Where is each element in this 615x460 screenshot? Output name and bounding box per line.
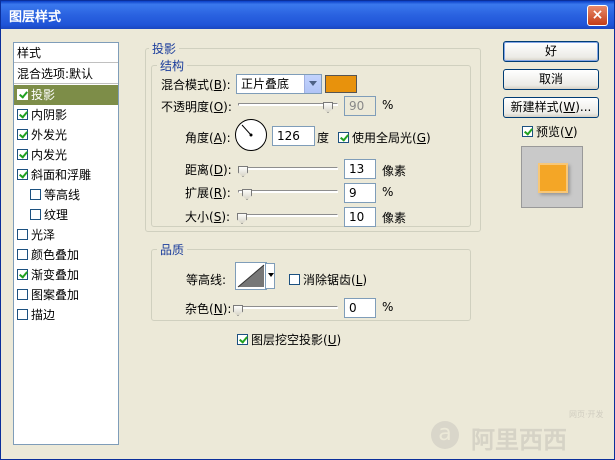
style-list-item[interactable]: 图案叠加	[14, 285, 118, 305]
style-list-item[interactable]: 渐变叠加	[14, 265, 118, 285]
checkbox-icon[interactable]	[30, 209, 41, 220]
check-icon[interactable]	[522, 126, 533, 137]
global-light-checkbox[interactable]: 使用全局光(G)	[338, 129, 431, 146]
drop-shadow-title: 投影	[149, 40, 180, 57]
style-list-item-label: 外发光	[31, 128, 68, 142]
check-icon[interactable]	[17, 129, 28, 140]
blend-mode-label: 混合模式(B):	[161, 78, 231, 92]
style-list-item[interactable]: 等高线	[14, 185, 118, 205]
check-icon[interactable]	[17, 109, 28, 120]
contour-dropdown[interactable]	[265, 263, 275, 289]
check-icon[interactable]	[17, 169, 28, 180]
noise-unit: %	[382, 300, 394, 314]
style-list-item[interactable]: 内阴影	[14, 105, 118, 125]
title-bar[interactable]: 图层样式 ×	[1, 1, 614, 29]
style-list-item-label: 描边	[31, 308, 56, 322]
checkbox-icon[interactable]	[17, 249, 28, 260]
contour-label: 等高线:	[186, 273, 227, 287]
noise-label: 杂色(N):	[185, 302, 232, 316]
style-list-item[interactable]: 描边	[14, 305, 118, 325]
style-list-item[interactable]: 内发光	[14, 145, 118, 165]
preview-square	[538, 163, 568, 193]
check-icon[interactable]	[17, 269, 28, 280]
style-list-item[interactable]: 斜面和浮雕	[14, 165, 118, 185]
style-list-item[interactable]: 光泽	[14, 225, 118, 245]
distance-field[interactable]: 13	[344, 159, 376, 179]
opacity-field[interactable]: 90	[344, 96, 376, 116]
quality-title: 品质	[157, 241, 188, 258]
angle-label: 角度(A):	[185, 131, 231, 145]
spread-unit: %	[382, 185, 394, 199]
style-list-item[interactable]: 外发光	[14, 125, 118, 145]
style-list-item-label: 光泽	[31, 228, 56, 242]
cancel-button[interactable]: 取消	[503, 69, 599, 90]
noise-field[interactable]: 0	[344, 298, 376, 318]
style-list-item[interactable]: 颜色叠加	[14, 245, 118, 265]
structure-title: 结构	[157, 57, 188, 74]
preview-checkbox[interactable]: 预览(V)	[522, 123, 578, 140]
size-label: 大小(S):	[185, 210, 231, 224]
angle-dial-needle	[241, 124, 253, 137]
watermark-small: 网页·开发	[569, 410, 604, 419]
checkbox-icon[interactable]	[30, 189, 41, 200]
distance-unit: 像素	[382, 164, 407, 178]
style-list-item[interactable]: 投影	[14, 85, 118, 105]
knockout-checkbox[interactable]: 图层挖空投影(U)	[237, 331, 341, 348]
spread-label: 扩展(R):	[185, 186, 231, 200]
style-list-item-label: 斜面和浮雕	[31, 168, 92, 182]
angle-dial[interactable]	[235, 119, 267, 151]
style-list-item-label: 渐变叠加	[31, 268, 80, 282]
checkbox-icon[interactable]	[17, 289, 28, 300]
style-list-item-label: 纹理	[44, 208, 69, 222]
window-title: 图层样式	[9, 10, 62, 25]
new-style-button[interactable]: 新建样式(W)...	[503, 97, 599, 118]
contour-picker[interactable]	[235, 262, 267, 290]
preview-thumbnail	[521, 146, 583, 208]
style-list-item[interactable]: 纹理	[14, 205, 118, 225]
checkbox-icon[interactable]	[17, 309, 28, 320]
style-list[interactable]: 样式 混合选项:默认 投影内阴影外发光内发光斜面和浮雕等高线纹理光泽颜色叠加渐变…	[13, 42, 119, 445]
noise-slider[interactable]	[238, 306, 338, 309]
spread-field[interactable]: 9	[344, 183, 376, 203]
check-icon[interactable]	[237, 334, 248, 345]
size-unit: 像素	[382, 211, 407, 225]
style-list-item-label: 内发光	[31, 148, 68, 162]
check-icon[interactable]	[17, 89, 28, 100]
size-slider[interactable]	[238, 214, 338, 217]
blend-options-item[interactable]: 混合选项:默认	[14, 64, 118, 84]
watermark-text: 阿里西西	[471, 426, 567, 454]
checkbox-icon[interactable]	[289, 274, 300, 285]
angle-field[interactable]: 126	[272, 126, 315, 146]
style-list-header[interactable]: 样式	[14, 43, 118, 63]
chevron-down-icon	[268, 273, 274, 277]
style-list-item-label: 等高线	[44, 188, 81, 202]
spread-slider[interactable]	[238, 190, 338, 193]
watermark-logo: a	[431, 421, 459, 449]
check-icon[interactable]	[338, 132, 349, 143]
blend-mode-value: 正片叠底	[241, 77, 290, 91]
style-list-item-label: 投影	[31, 88, 56, 102]
style-list-item-label: 图案叠加	[31, 288, 80, 302]
checkbox-icon[interactable]	[17, 229, 28, 240]
chevron-down-icon[interactable]	[304, 75, 321, 93]
contour-curve-icon	[237, 264, 265, 288]
shadow-color-swatch[interactable]	[325, 75, 357, 93]
distance-label: 距离(D):	[185, 163, 232, 177]
check-icon[interactable]	[17, 149, 28, 160]
layer-style-dialog: 图层样式 × 样式 混合选项:默认 投影内阴影外发光内发光斜面和浮雕等高线纹理光…	[0, 0, 615, 460]
blend-mode-select[interactable]: 正片叠底	[236, 74, 322, 94]
distance-slider[interactable]	[238, 167, 338, 170]
angle-unit: 度	[317, 131, 330, 145]
size-field[interactable]: 10	[344, 207, 376, 227]
opacity-label: 不透明度(O):	[161, 100, 232, 114]
opacity-unit: %	[382, 98, 394, 112]
style-list-item-label: 内阴影	[31, 108, 68, 122]
antialias-checkbox[interactable]: 消除锯齿(L)	[289, 271, 367, 288]
close-icon[interactable]: ×	[587, 5, 608, 26]
ok-button[interactable]: 好	[503, 41, 599, 62]
style-list-item-label: 颜色叠加	[31, 248, 80, 262]
